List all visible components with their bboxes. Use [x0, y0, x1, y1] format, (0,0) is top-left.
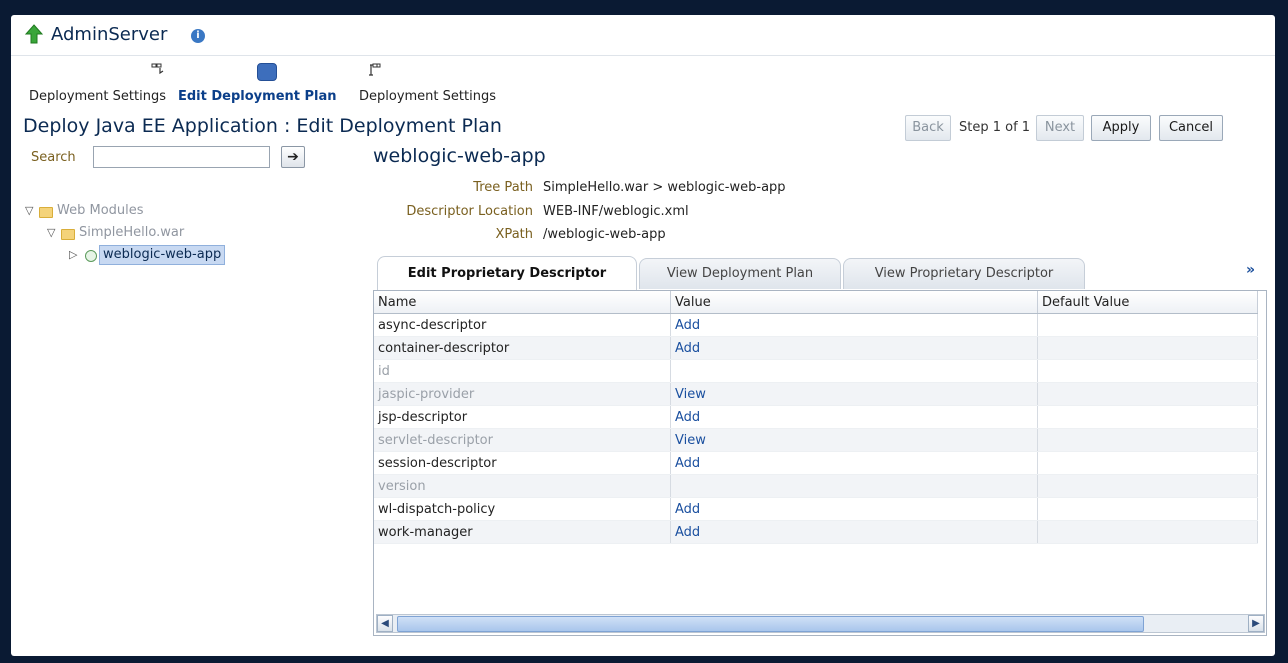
row-name: work-manager	[374, 520, 671, 544]
xpath-value: /weblogic-web-app	[543, 227, 666, 242]
table-row[interactable]: wl-dispatch-policy Add	[374, 497, 1258, 521]
row-name: jaspic-provider	[374, 382, 671, 406]
train-stop-2-label: Edit Deployment Plan	[178, 89, 337, 104]
view-link[interactable]: View	[675, 387, 706, 402]
admin-console-window: AdminServer i Deployment Settings Edit D…	[11, 15, 1275, 656]
descriptor-grid: Name Value Default Value async-descripto…	[374, 291, 1258, 544]
scrollbar-thumb[interactable]	[397, 616, 1144, 632]
descriptor-location-row: Descriptor Location WEB-INF/weblogic.xml	[373, 204, 688, 222]
row-value	[670, 359, 1038, 383]
detail-title: weblogic-web-app	[373, 145, 546, 167]
table-row[interactable]: version	[374, 474, 1258, 498]
deployment-settings-icon	[151, 63, 164, 75]
row-default	[1037, 336, 1258, 360]
xpath-row: XPath /weblogic-web-app	[373, 227, 666, 245]
row-name: version	[374, 474, 671, 498]
more-tabs-icon[interactable]: »	[1246, 262, 1255, 278]
row-name: jsp-descriptor	[374, 405, 671, 429]
back-button[interactable]: Back	[905, 115, 951, 141]
row-default	[1037, 428, 1258, 452]
table-row[interactable]: jaspic-provider View	[374, 382, 1258, 406]
arrow-right-icon: ➔	[287, 149, 299, 165]
descriptor-location-label: Descriptor Location	[406, 204, 533, 219]
tab-view-deployment-plan[interactable]: View Deployment Plan	[639, 258, 841, 289]
tree-path-label: Tree Path	[473, 180, 533, 195]
next-button[interactable]: Next	[1036, 115, 1084, 141]
collapse-icon[interactable]: ▽	[25, 201, 33, 221]
row-default	[1037, 497, 1258, 521]
add-link[interactable]: Add	[675, 341, 700, 356]
row-name: servlet-descriptor	[374, 428, 671, 452]
folder-icon	[61, 229, 75, 240]
row-name: session-descriptor	[374, 451, 671, 475]
table-row[interactable]: id	[374, 359, 1258, 383]
collapse-icon[interactable]: ▽	[47, 223, 55, 243]
add-link[interactable]: Add	[675, 456, 700, 471]
cancel-button[interactable]: Cancel	[1159, 115, 1223, 141]
tree-node-label[interactable]: Web Modules	[57, 201, 144, 221]
wizard-buttons: Back Step 1 of 1 Next Apply Cancel	[905, 115, 1265, 141]
add-link[interactable]: Add	[675, 318, 700, 333]
search-label: Search	[31, 150, 76, 165]
xpath-label: XPath	[495, 227, 533, 242]
descriptor-location-value: WEB-INF/weblogic.xml	[543, 204, 689, 219]
apply-button[interactable]: Apply	[1091, 115, 1151, 141]
tab-strip: Edit Proprietary Descriptor View Deploym…	[373, 256, 1265, 291]
row-default	[1037, 405, 1258, 429]
add-link[interactable]: Add	[675, 502, 700, 517]
row-name: wl-dispatch-policy	[374, 497, 671, 521]
info-icon[interactable]: i	[191, 29, 205, 43]
search-input[interactable]	[93, 146, 270, 168]
search-go-button[interactable]: ➔	[281, 146, 305, 168]
table-row[interactable]: servlet-descriptor View	[374, 428, 1258, 452]
tab-view-proprietary-descriptor[interactable]: View Proprietary Descriptor	[843, 258, 1085, 289]
view-link[interactable]: View	[675, 433, 706, 448]
scroll-left-icon[interactable]: ◀	[377, 615, 393, 632]
add-link[interactable]: Add	[675, 410, 700, 425]
column-header-default[interactable]: Default Value	[1037, 291, 1258, 314]
table-row[interactable]: jsp-descriptor Add	[374, 405, 1258, 429]
row-default	[1037, 520, 1258, 544]
row-value	[670, 474, 1038, 498]
table-row[interactable]: session-descriptor Add	[374, 451, 1258, 475]
table-row[interactable]: container-descriptor Add	[374, 336, 1258, 360]
column-header-name[interactable]: Name	[374, 291, 671, 314]
descriptor-icon	[85, 250, 97, 262]
table-row[interactable]: work-manager Add	[374, 520, 1258, 544]
row-name: async-descriptor	[374, 313, 671, 337]
server-title: AdminServer	[51, 24, 168, 45]
row-default	[1037, 474, 1258, 498]
row-default	[1037, 451, 1258, 475]
tree-node-label[interactable]: SimpleHello.war	[79, 223, 184, 243]
row-name: id	[374, 359, 671, 383]
table-row[interactable]: async-descriptor Add	[374, 313, 1258, 337]
current-step-icon	[257, 63, 277, 81]
header-bar: AdminServer i	[11, 15, 1275, 56]
row-default	[1037, 382, 1258, 406]
tree-node-label[interactable]: weblogic-web-app	[99, 245, 226, 265]
train-stop-3-label[interactable]: Deployment Settings	[359, 89, 496, 104]
page-title: Deploy Java EE Application : Edit Deploy…	[23, 115, 502, 137]
folder-icon	[39, 207, 53, 218]
tab-edit-proprietary-descriptor[interactable]: Edit Proprietary Descriptor	[377, 256, 637, 291]
tree-path-row: Tree Path SimpleHello.war > weblogic-web…	[373, 180, 785, 198]
tree-path-value: SimpleHello.war > weblogic-web-app	[543, 180, 786, 195]
train-stop-1-label[interactable]: Deployment Settings	[29, 89, 166, 104]
up-arrow-icon[interactable]	[25, 24, 43, 44]
add-link[interactable]: Add	[675, 525, 700, 540]
table-header-row: Name Value Default Value	[374, 291, 1258, 314]
row-name: container-descriptor	[374, 336, 671, 360]
horizontal-scrollbar[interactable]: ◀ ▶	[376, 614, 1265, 633]
column-header-value[interactable]: Value	[670, 291, 1038, 314]
expand-icon[interactable]: ▷	[69, 245, 77, 265]
train-navigation: Deployment Settings Edit Deployment Plan…	[11, 57, 611, 109]
deployment-settings-2-icon	[369, 63, 381, 76]
scroll-right-icon[interactable]: ▶	[1248, 615, 1264, 632]
descriptor-table: Name Value Default Value async-descripto…	[373, 290, 1267, 636]
step-indicator: Step 1 of 1	[959, 120, 1031, 135]
row-default	[1037, 313, 1258, 337]
row-default	[1037, 359, 1258, 383]
